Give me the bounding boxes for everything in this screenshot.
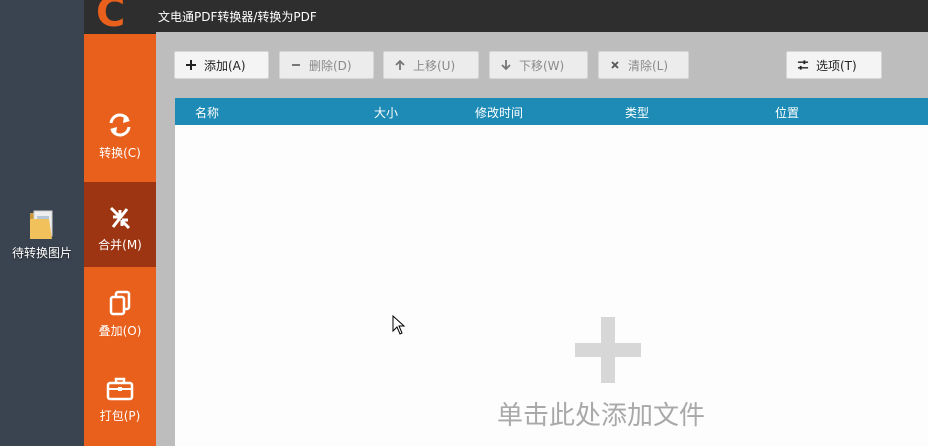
x-icon bbox=[609, 59, 621, 71]
folder-icon bbox=[30, 210, 53, 239]
desktop-folder-label: 待转换图片 bbox=[11, 246, 72, 260]
move-down-button[interactable]: 下移(W) bbox=[489, 51, 588, 79]
desktop-background: 待转换图片 bbox=[0, 0, 84, 446]
arrow-up-icon bbox=[394, 59, 406, 71]
add-button-label: 添加(A) bbox=[204, 58, 246, 73]
overlay-pages-icon bbox=[109, 290, 131, 316]
options-button-label: 选项(T) bbox=[816, 58, 857, 73]
sidebar-item-label: 合并(M) bbox=[98, 238, 142, 252]
options-button[interactable]: 选项(T) bbox=[786, 51, 882, 79]
move-up-button[interactable]: 上移(U) bbox=[383, 51, 479, 79]
move-down-button-label: 下移(W) bbox=[519, 58, 565, 73]
sidebar-item-label: 叠加(O) bbox=[98, 324, 142, 338]
sidebar-item-overlay[interactable]: 叠加(O) bbox=[84, 290, 156, 374]
delete-button[interactable]: 删除(D) bbox=[279, 51, 374, 79]
column-header-type[interactable]: 类型 bbox=[625, 104, 649, 121]
sidebar-item-merge[interactable]: 合并(M) bbox=[84, 182, 156, 267]
window-title: 文电通PDF转换器/转换为PDF bbox=[158, 10, 317, 24]
logo-letter: C bbox=[96, 0, 126, 34]
briefcase-icon bbox=[106, 377, 134, 401]
app-window: 文电通PDF转换器/转换为PDF C 转换(C) 合并(M) 叠加(O) 打包(… bbox=[84, 0, 928, 446]
table-header: 名称 大小 修改时间 类型 位置 bbox=[175, 98, 928, 125]
clear-button[interactable]: 清除(L) bbox=[598, 51, 689, 79]
mouse-cursor-icon bbox=[392, 315, 406, 335]
add-button[interactable]: 添加(A) bbox=[174, 51, 269, 79]
column-header-size[interactable]: 大小 bbox=[374, 104, 398, 121]
arrow-down-icon bbox=[500, 59, 512, 71]
add-files-hint: 单击此处添加文件 bbox=[497, 401, 706, 431]
add-files-drop-zone[interactable]: 单击此处添加文件 bbox=[175, 125, 928, 446]
app-logo: C bbox=[84, 0, 156, 34]
sidebar-item-package[interactable]: 打包(P) bbox=[84, 375, 156, 446]
file-list: 名称 大小 修改时间 类型 位置 单击此处添加文件 bbox=[175, 98, 928, 446]
delete-button-label: 删除(D) bbox=[309, 58, 352, 73]
sliders-icon bbox=[797, 59, 809, 71]
merge-arrows-icon bbox=[109, 206, 131, 230]
minus-icon bbox=[290, 59, 302, 71]
clear-button-label: 清除(L) bbox=[628, 58, 669, 73]
desktop-folder-shortcut[interactable]: 待转换图片 bbox=[0, 208, 84, 261]
title-bar: 文电通PDF转换器/转换为PDF bbox=[84, 0, 928, 32]
sidebar: C 转换(C) 合并(M) 叠加(O) 打包(P) bbox=[84, 0, 156, 446]
toolbar: 添加(A) 删除(D) 上移(U) 下移(W) 清除(L) 选项(T) bbox=[156, 34, 928, 94]
column-header-location[interactable]: 位置 bbox=[775, 104, 799, 121]
sidebar-item-label: 转换(C) bbox=[99, 146, 141, 160]
sidebar-item-label: 打包(P) bbox=[99, 409, 141, 423]
refresh-icon bbox=[109, 113, 131, 137]
column-header-name[interactable]: 名称 bbox=[195, 104, 219, 121]
column-header-modified[interactable]: 修改时间 bbox=[475, 104, 523, 121]
plus-icon bbox=[185, 59, 197, 71]
move-up-button-label: 上移(U) bbox=[413, 58, 456, 73]
